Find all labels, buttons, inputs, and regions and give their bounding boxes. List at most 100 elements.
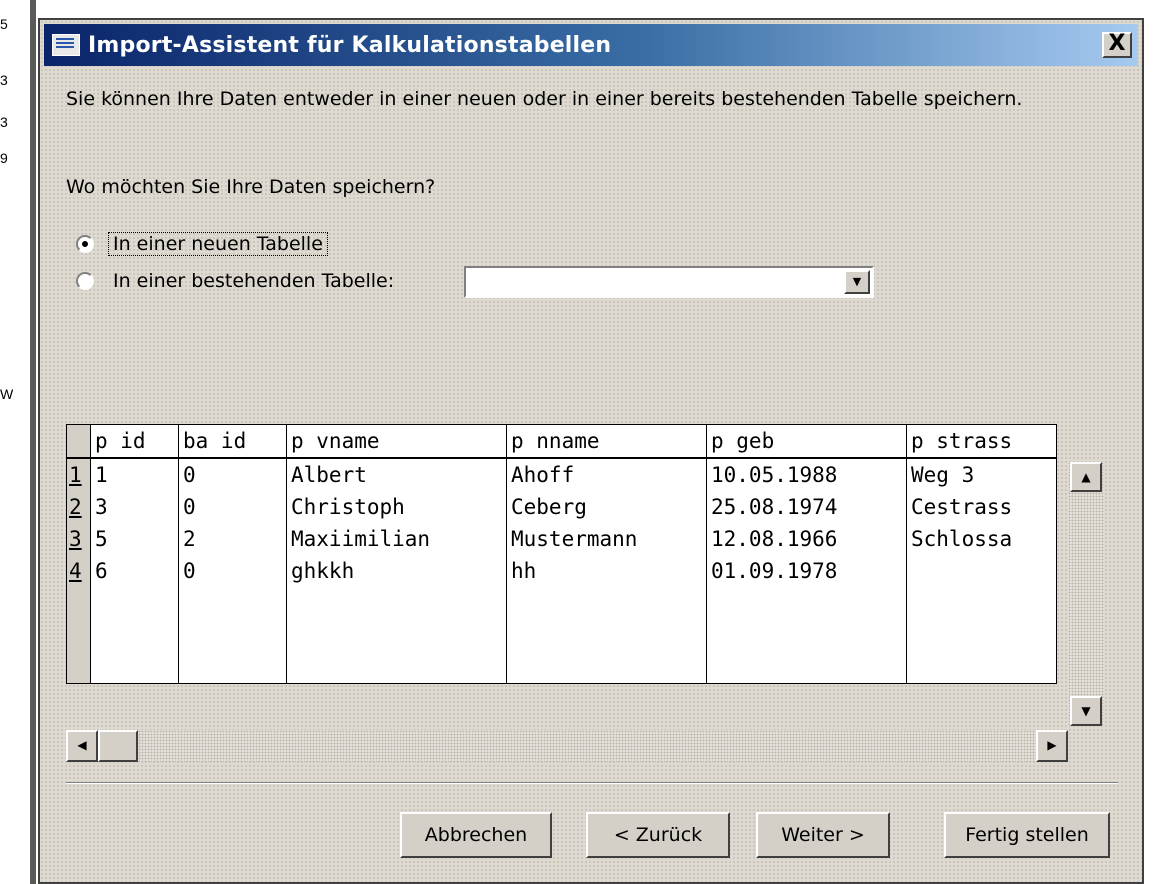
radio-new-table[interactable]: In einer neuen Tabelle bbox=[76, 232, 328, 256]
horizontal-scrollbar[interactable]: ◀ ▶ bbox=[66, 730, 1068, 762]
column-header[interactable]: p id bbox=[90, 424, 179, 459]
table-cell: 01.09.1978 bbox=[706, 555, 907, 587]
existing-table-select[interactable]: ▼ bbox=[464, 266, 874, 298]
background-text: 3 bbox=[0, 114, 8, 130]
vertical-scrollbar[interactable]: ▲ ▼ bbox=[1068, 462, 1104, 726]
table-cell: Schlossa bbox=[906, 523, 1057, 555]
table-row: 1 1 0 Albert Ahoff 10.05.1988 Weg 3 bbox=[66, 458, 1057, 491]
scroll-thumb[interactable] bbox=[98, 730, 138, 762]
table-cell: 0 bbox=[178, 491, 287, 523]
table-cell: Ahoff bbox=[506, 458, 707, 491]
table-cell bbox=[90, 587, 179, 619]
table-cell bbox=[178, 619, 287, 651]
intro-text: Sie können Ihre Daten entweder in einer … bbox=[66, 88, 1023, 110]
background-text: 5 bbox=[0, 16, 8, 32]
table-cell bbox=[506, 587, 707, 619]
radio-button-checked[interactable] bbox=[76, 235, 94, 253]
row-number bbox=[66, 587, 91, 619]
table-cell: 2 bbox=[178, 523, 287, 555]
table-cell: 6 bbox=[90, 555, 179, 587]
table-cell: hh bbox=[506, 555, 707, 587]
background-text: 3 bbox=[0, 72, 8, 88]
table-row bbox=[66, 619, 1057, 651]
table-cell: Albert bbox=[286, 458, 507, 491]
table-cell bbox=[706, 651, 907, 684]
table-cell bbox=[90, 619, 179, 651]
arrow-left-icon: ◀ bbox=[77, 738, 87, 752]
table-cell bbox=[506, 651, 707, 684]
divider bbox=[66, 782, 1118, 784]
table-icon bbox=[52, 34, 80, 56]
finish-button-label: Fertig stellen bbox=[965, 824, 1089, 846]
column-header[interactable]: p geb bbox=[706, 424, 907, 459]
back-button-label: < Zurück bbox=[613, 824, 703, 846]
dialog-title: Import-Assistent für Kalkulationstabelle… bbox=[88, 32, 612, 58]
row-number: 1 bbox=[66, 458, 91, 491]
table-cell bbox=[178, 587, 287, 619]
import-wizard-dialog: Import-Assistent für Kalkulationstabelle… bbox=[38, 18, 1144, 884]
row-number-label: 1 bbox=[69, 463, 82, 487]
table-header-row: p id ba id p vname p nname p geb p stras… bbox=[66, 424, 1057, 459]
background-text: W bbox=[0, 386, 14, 402]
column-header[interactable]: p strass bbox=[906, 424, 1057, 459]
table-cell bbox=[906, 651, 1057, 684]
scroll-up-button[interactable]: ▲ bbox=[1070, 462, 1102, 492]
radio-button-unchecked[interactable] bbox=[76, 272, 94, 290]
scroll-left-button[interactable]: ◀ bbox=[66, 730, 98, 762]
data-preview-grid: p id ba id p vname p nname p geb p stras… bbox=[66, 424, 1106, 764]
table-cell: 5 bbox=[90, 523, 179, 555]
table-cell bbox=[706, 587, 907, 619]
background-text: 9 bbox=[0, 150, 8, 166]
preview-table: p id ba id p vname p nname p geb p stras… bbox=[66, 424, 1057, 684]
table-cell bbox=[286, 651, 507, 684]
table-cell: 0 bbox=[178, 555, 287, 587]
table-cell bbox=[286, 587, 507, 619]
table-cell: ghkkh bbox=[286, 555, 507, 587]
next-button[interactable]: Weiter > bbox=[756, 812, 890, 858]
column-header[interactable]: p vname bbox=[286, 424, 507, 459]
corner-cell bbox=[66, 424, 91, 459]
table-cell: 3 bbox=[90, 491, 179, 523]
radio-existing-table[interactable]: In einer bestehenden Tabelle: bbox=[76, 270, 399, 292]
row-number bbox=[66, 619, 91, 651]
table-cell bbox=[906, 555, 1057, 587]
dropdown-button[interactable]: ▼ bbox=[844, 270, 870, 294]
row-number-label: 4 bbox=[69, 559, 82, 583]
table-cell: 25.08.1974 bbox=[706, 491, 907, 523]
table-cell bbox=[178, 651, 287, 684]
close-button[interactable]: X bbox=[1102, 32, 1132, 58]
table-cell bbox=[906, 587, 1057, 619]
scroll-right-button[interactable]: ▶ bbox=[1036, 730, 1068, 762]
background-window-edge: 5 3 3 9 W bbox=[0, 0, 38, 884]
scroll-down-button[interactable]: ▼ bbox=[1070, 696, 1102, 726]
table-row: 3 5 2 Maxiimilian Mustermann 12.08.1966 … bbox=[66, 523, 1057, 555]
title-bar[interactable]: Import-Assistent für Kalkulationstabelle… bbox=[44, 24, 1138, 66]
radio-existing-table-label: In einer bestehenden Tabelle: bbox=[113, 270, 395, 292]
table-cell bbox=[90, 651, 179, 684]
row-number-label: 3 bbox=[69, 527, 82, 551]
table-cell: 0 bbox=[178, 458, 287, 491]
table-cell: Maxiimilian bbox=[286, 523, 507, 555]
table-cell bbox=[506, 619, 707, 651]
column-header[interactable]: p nname bbox=[506, 424, 707, 459]
table-cell: Christoph bbox=[286, 491, 507, 523]
row-number bbox=[66, 651, 91, 684]
table-cell: Mustermann bbox=[506, 523, 707, 555]
close-icon: X bbox=[1108, 31, 1126, 56]
table-cell: 10.05.1988 bbox=[706, 458, 907, 491]
arrow-right-icon: ▶ bbox=[1047, 738, 1057, 752]
table-row bbox=[66, 587, 1057, 619]
cancel-button[interactable]: Abbrechen bbox=[400, 812, 552, 858]
column-header[interactable]: ba id bbox=[178, 424, 287, 459]
table-cell bbox=[906, 619, 1057, 651]
row-number: 3 bbox=[66, 523, 91, 555]
row-number: 4 bbox=[66, 555, 91, 587]
back-button[interactable]: < Zurück bbox=[586, 812, 730, 858]
table-cell bbox=[706, 619, 907, 651]
finish-button[interactable]: Fertig stellen bbox=[944, 812, 1110, 858]
table-cell: 1 bbox=[90, 458, 179, 491]
question-label: Wo möchten Sie Ihre Daten speichern? bbox=[66, 176, 436, 198]
window-border bbox=[30, 0, 36, 884]
row-number: 2 bbox=[66, 491, 91, 523]
cancel-button-label: Abbrechen bbox=[424, 824, 528, 846]
